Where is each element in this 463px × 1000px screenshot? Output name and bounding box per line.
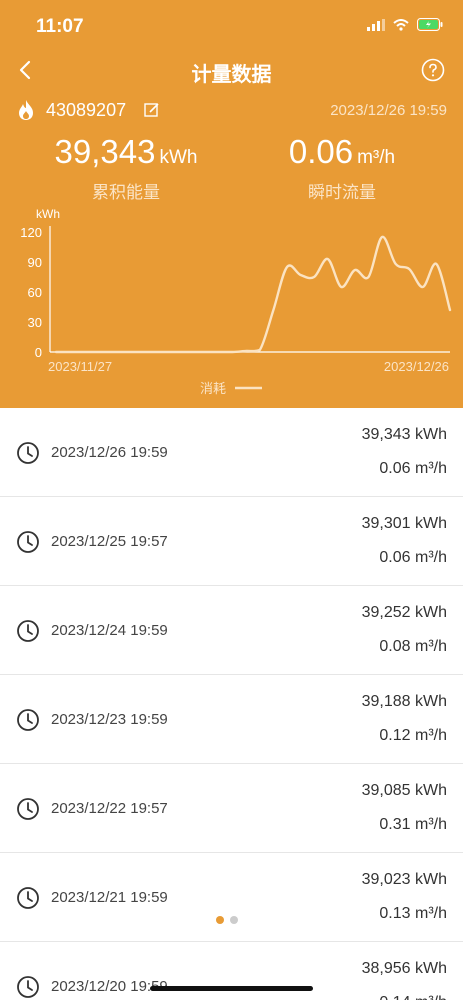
record-time: 2023/12/24 19:59 — [51, 622, 168, 639]
clock-icon — [17, 798, 39, 820]
y-axis-label: kWh — [36, 207, 60, 221]
y-tick-label: 0 — [35, 345, 42, 360]
record-time: 2023/12/22 19:57 — [51, 800, 168, 817]
record-row[interactable]: 2023/12/20 19:5938,956 kWh0.14 m³/h — [0, 942, 463, 1000]
consumption-chart: kWh 0 30 60 90 120 2023/11/27 2023/12/26 消耗 — [20, 207, 452, 396]
status-time: 11:07 — [36, 16, 84, 37]
record-row[interactable]: 2023/12/25 19:57 39,301 kWh 0.06 m³/h — [0, 497, 463, 586]
page-dot[interactable] — [230, 916, 238, 924]
battery-icon — [417, 18, 443, 31]
record-row[interactable]: 2023/12/23 19:59 39,188 kWh 0.12 m³/h — [0, 675, 463, 764]
status-bar: 11:07 — [0, 0, 463, 50]
instant-flow-value-line: 0.06 m³/h — [262, 132, 422, 178]
record-flow: 0.31 m³/h — [379, 816, 447, 833]
page-indicator — [216, 916, 238, 924]
record-flow: 0.06 m³/h — [379, 460, 447, 477]
home-indicator[interactable] — [150, 986, 313, 991]
clock-icon — [17, 531, 39, 553]
record-energy: 39,252 kWh — [361, 604, 447, 621]
cumulative-energy-metric: 39,343 kWh 累积能量 — [36, 132, 216, 203]
record-row[interactable]: 2023/12/24 19:59 39,252 kWh 0.08 m³/h — [0, 586, 463, 675]
flame-icon — [19, 100, 33, 120]
y-tick-label: 120 — [20, 225, 42, 240]
y-tick-label: 30 — [28, 315, 42, 330]
record-flow: 0.08 m³/h — [379, 638, 447, 655]
record-time: 2023/12/21 19:59 — [51, 889, 168, 906]
record-time: 2023/12/26 19:59 — [51, 444, 168, 461]
instant-flow-metric: 0.06 m³/h 瞬时流量 — [262, 132, 422, 203]
cumulative-energy-value: 39,343 — [54, 133, 156, 170]
record-energy: 39,343 kWh — [361, 426, 447, 443]
meter-timestamp: 2023/12/26 19:59 — [330, 102, 447, 119]
wifi-icon — [393, 18, 409, 31]
record-energy: 39,188 kWh — [361, 693, 447, 710]
record-energy: 39,023 kWh — [361, 871, 447, 888]
cumulative-energy-value-line: 39,343 kWh — [36, 132, 216, 178]
clock-icon — [17, 709, 39, 731]
record-list: 2023/12/26 19:59 39,343 kWh 0.06 m³/h 2023/… — [0, 408, 463, 1000]
record-time: 2023/12/23 19:59 — [51, 711, 168, 728]
status-icons — [367, 18, 443, 31]
record-energy: 38,956 kWh — [361, 960, 447, 977]
x-start-label: 2023/11/27 — [48, 359, 112, 374]
signal-icon — [367, 18, 385, 31]
instant-flow-value: 0.06 — [288, 133, 354, 170]
record-flow: 0.06 m³/h — [379, 549, 447, 566]
series-line-consumption — [54, 235, 452, 354]
record-row[interactable]: 2023/12/21 19:59 39,023 kWh 0.13 m³/h — [0, 853, 463, 942]
record-flow: 0.12 m³/h — [379, 727, 447, 744]
edit-icon[interactable] — [144, 102, 160, 118]
help-icon[interactable] — [421, 58, 445, 82]
instant-flow-unit: m³/h — [357, 147, 396, 168]
record-energy: 39,301 kWh — [361, 515, 447, 532]
record-flow: 0.14 m³/h — [379, 994, 447, 1000]
y-tick-label: 60 — [28, 285, 42, 300]
meter-id: 43089207 — [46, 100, 127, 120]
clock-icon — [17, 620, 39, 642]
header-panel: 11:07 计量数据 43089207 2023/12/26 19:59 39,… — [0, 0, 463, 408]
cumulative-energy-unit: kWh — [159, 147, 198, 168]
x-end-label: 2023/12/26 — [384, 359, 449, 374]
meter-info-row: 43089207 2023/12/26 19:59 — [16, 98, 447, 124]
record-row[interactable]: 2023/12/26 19:59 39,343 kWh 0.06 m³/h — [0, 408, 463, 497]
nav-bar: 计量数据 — [0, 50, 463, 90]
record-flow: 0.13 m³/h — [379, 905, 447, 922]
y-tick-label: 90 — [28, 255, 42, 270]
clock-icon — [17, 887, 39, 909]
record-time: 2023/12/25 19:57 — [51, 533, 168, 550]
record-row[interactable]: 2023/12/22 19:57 39,085 kWh 0.31 m³/h — [0, 764, 463, 853]
clock-icon — [17, 442, 39, 464]
clock-icon — [17, 976, 39, 998]
record-energy: 39,085 kWh — [361, 782, 447, 799]
page-dot-active[interactable] — [216, 916, 224, 924]
legend-label: 消耗 — [200, 381, 226, 396]
page-title: 计量数据 — [191, 64, 272, 86]
